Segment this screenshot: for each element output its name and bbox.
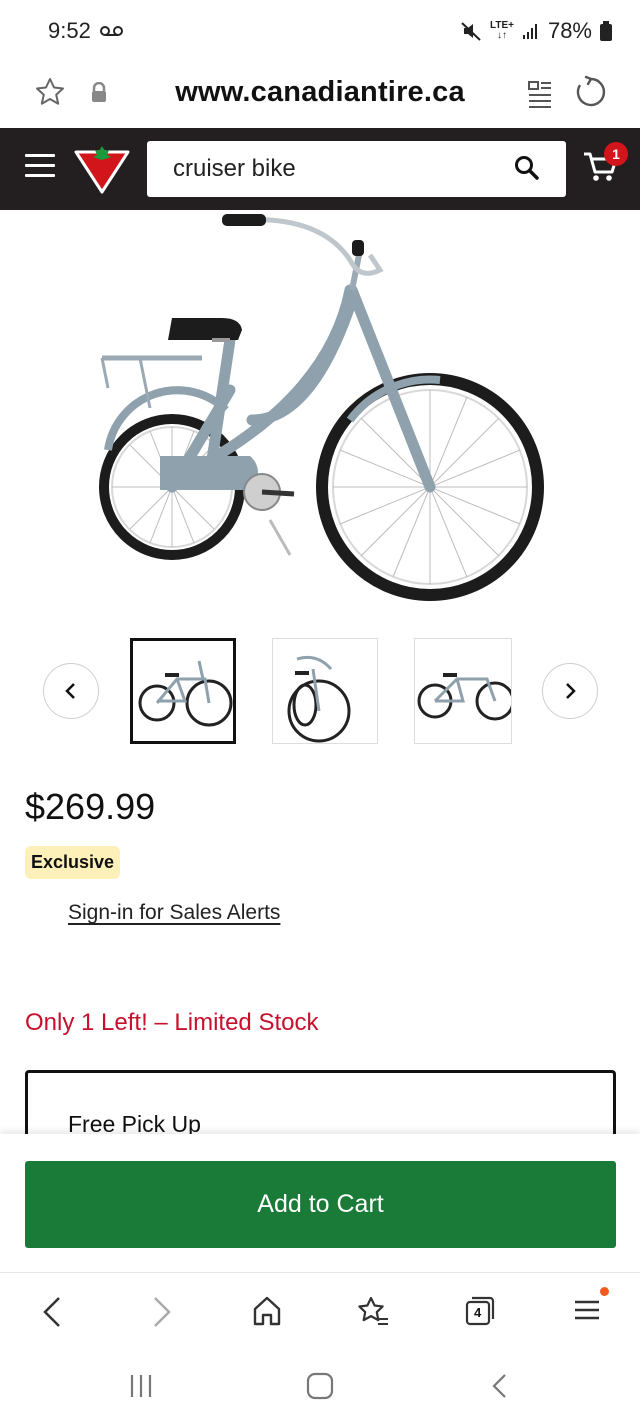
search-icon[interactable] (514, 155, 540, 181)
notification-dot (600, 1287, 609, 1296)
system-back-icon[interactable] (490, 1372, 510, 1400)
status-indicators: LTE+ ↓↑ 78% (460, 18, 612, 44)
thumbnail-3[interactable] (414, 638, 512, 744)
tab-count: 4 (474, 1305, 482, 1320)
browser-toolbar: 4 (0, 1272, 640, 1350)
voicemail-icon (100, 26, 123, 36)
search-input[interactable]: cruiser bike (147, 141, 566, 197)
chevron-left-icon (65, 683, 75, 699)
home-icon[interactable] (252, 1295, 282, 1327)
add-to-cart-button[interactable]: Add to Cart (25, 1161, 616, 1248)
menu-icon[interactable] (25, 154, 55, 180)
thumbnail-1[interactable] (130, 638, 236, 744)
address-bar[interactable]: www.canadiantire.ca (0, 62, 640, 128)
carousel-prev-button[interactable] (43, 663, 99, 719)
sign-in-sales-alerts-link[interactable]: Sign-in for Sales Alerts (68, 901, 280, 925)
site-header: cruiser bike 1 (0, 128, 640, 210)
cart-count-badge[interactable]: 1 (604, 142, 628, 166)
status-bar: 9:52 LTE+ ↓↑ 78% (0, 0, 640, 62)
exclusive-badge: Exclusive (25, 846, 121, 879)
recent-apps-icon[interactable] (128, 1372, 154, 1400)
status-time: 9:52 (48, 18, 91, 43)
reader-mode-icon[interactable] (526, 78, 554, 110)
mute-icon (461, 22, 481, 41)
system-navigation-bar (0, 1350, 640, 1422)
signal-icon (522, 24, 537, 39)
battery-percent: 78% (547, 18, 592, 43)
browser-menu-icon[interactable] (574, 1295, 600, 1325)
reload-icon[interactable] (574, 75, 608, 109)
bookmarks-icon[interactable] (356, 1295, 390, 1329)
search-query[interactable]: cruiser bike (173, 155, 296, 183)
stock-warning: Only 1 Left! – Limited Stock (25, 1009, 319, 1036)
product-price: $269.99 (25, 786, 156, 827)
back-icon[interactable] (40, 1295, 66, 1329)
tabs-button[interactable]: 4 (464, 1295, 496, 1327)
battery-icon (600, 21, 612, 41)
add-to-cart-panel: Add to Cart (0, 1134, 640, 1272)
carousel-next-button[interactable] (542, 663, 598, 719)
chevron-right-icon (566, 683, 576, 699)
product-image[interactable] (80, 210, 560, 620)
forward-icon[interactable] (148, 1295, 174, 1329)
network-type: LTE+ ↓↑ (489, 20, 514, 41)
canadian-tire-logo[interactable] (74, 144, 130, 194)
thumbnail-2[interactable] (272, 638, 378, 744)
home-button-icon[interactable] (306, 1372, 334, 1400)
